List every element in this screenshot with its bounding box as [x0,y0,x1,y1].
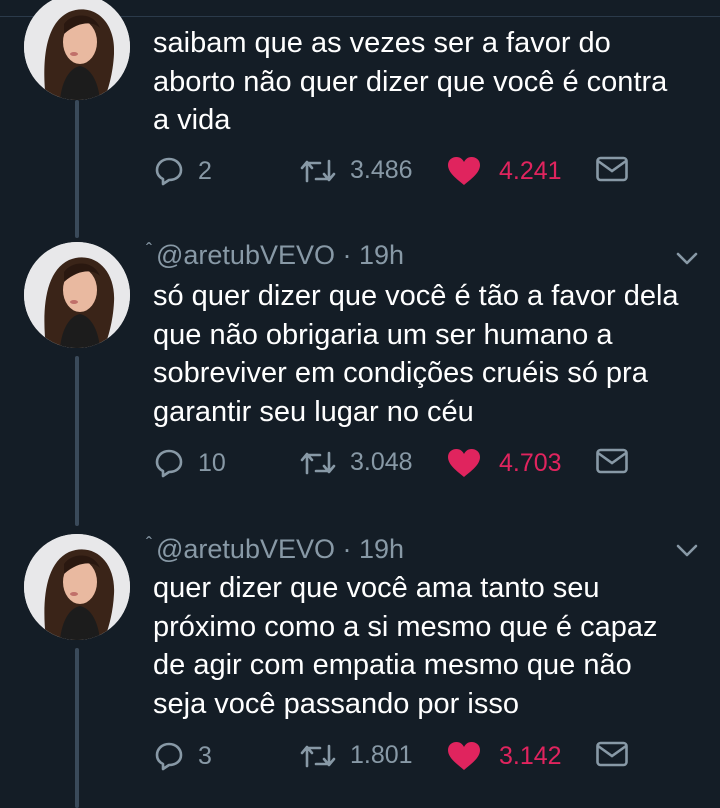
tweet-text-line: quer dizer que você ama tanto seu [153,572,600,604]
tweet-text-line: que não obrigaria um ser humano a [153,318,613,351]
tweet-header: ˆ @aretubVEVO · 19h [146,240,404,271]
retweet-button[interactable]: 3.048 [300,448,413,477]
avatar-image [24,534,130,640]
retweet-count: 1.801 [350,741,413,769]
avatar[interactable] [24,0,130,100]
display-name-mark: ˆ [146,240,152,260]
tweet-text-line: garantir seu lugar no céu [153,395,474,428]
tweet-text-line: só quer dizer que você é tão a favor del… [153,280,679,312]
retweet-icon [300,159,336,182]
tweet-text-line: próximo como a si mesmo que é capaz [153,610,658,643]
like-button[interactable]: 4.703 [447,448,562,478]
retweet-button[interactable]: 3.486 [300,156,413,185]
like-count: 3.142 [499,741,562,770]
thread-connector [75,356,79,526]
reply-button[interactable]: 2 [154,156,212,186]
tweet-text-line: aborto não quer dizer que você é contra [153,65,668,98]
retweet-button[interactable]: 1.801 [300,741,413,770]
reply-icon [155,742,183,771]
reply-count: 2 [198,156,212,185]
dm-icon [596,741,628,767]
tweet-text-line: seja você passando por isso [153,687,519,720]
chevron-down-icon[interactable] [676,544,698,558]
tweet-handle[interactable]: @aretubVEVO [156,240,335,270]
reply-icon [155,449,183,478]
tweet-time: · 19h [342,240,405,270]
tweet-text-line: a vida [153,104,231,136]
dm-icon [596,156,628,182]
chevron-down-icon[interactable] [676,252,698,266]
thread-connector [75,648,79,808]
tweet-text: quer dizer que você ama tanto seu próxim… [153,569,703,723]
dm-button[interactable] [596,741,628,767]
tweet-text-line: de agir com empatia mesmo que não [153,649,632,681]
dm-icon [596,448,628,474]
tweet-handle[interactable]: @aretubVEVO [156,534,335,564]
tweet-actions: 3 1.801 3.142 [0,741,720,781]
avatar-image [24,0,130,100]
avatar[interactable] [24,534,130,640]
tweet-header: ˆ @aretubVEVO · 19h [146,534,404,565]
heart-icon [448,157,480,185]
reply-button[interactable]: 10 [154,448,226,478]
dm-button[interactable] [596,448,628,474]
heart-icon [448,742,480,770]
tweet-actions: 10 3.048 4.703 [0,448,720,488]
dm-button[interactable] [596,156,628,182]
reply-count: 10 [198,448,226,477]
retweet-icon [300,451,336,474]
tweet-time: · 19h [342,534,405,564]
like-count: 4.241 [499,156,562,185]
heart-icon [448,449,480,477]
retweet-count: 3.486 [350,156,413,184]
like-button[interactable]: 3.142 [447,741,562,771]
like-button[interactable]: 4.241 [447,156,562,186]
avatar-image [24,242,130,348]
reply-icon [155,157,183,186]
reply-count: 3 [198,741,212,770]
tweet-text: saibam que as vezes ser a favor do abort… [153,24,703,140]
display-name-mark: ˆ [146,534,152,554]
avatar[interactable] [24,242,130,348]
reply-button[interactable]: 3 [154,741,212,771]
tweet-text-line: sobreviver em condições cruéis só pra [153,357,648,389]
tweet-actions: 2 3.486 4.241 [0,156,720,196]
retweet-count: 3.048 [350,448,413,476]
retweet-icon [300,744,336,767]
tweet-text-line: saibam que as vezes ser a favor do [153,27,611,59]
like-count: 4.703 [499,448,562,477]
tweet-text: só quer dizer que você é tão a favor del… [153,277,703,431]
